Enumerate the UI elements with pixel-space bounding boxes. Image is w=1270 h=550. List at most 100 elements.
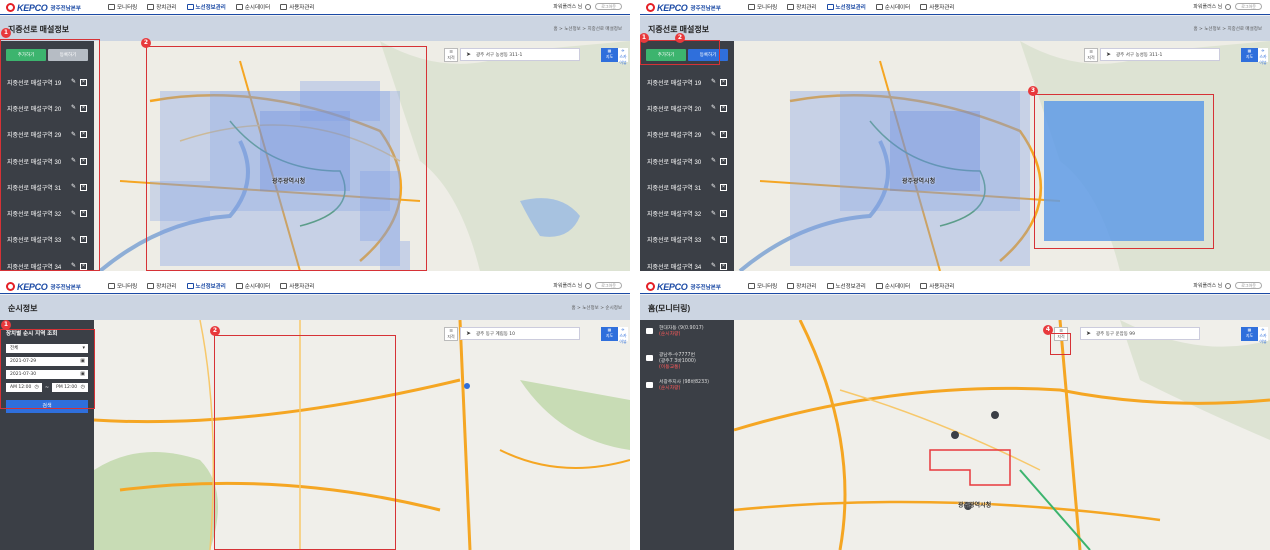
map-icon: ▦ bbox=[1247, 48, 1252, 53]
nav-device[interactable]: 장치관리 bbox=[147, 282, 177, 290]
nav-route[interactable]: 노선정보관리 bbox=[186, 3, 226, 11]
panel-underground-line-1: KEPCO 광주전남본부 모니터링 장치관리 노선정보관리 순시데이터 사용자관… bbox=[0, 0, 630, 271]
page-title: 홈(모니터링) bbox=[648, 304, 691, 313]
gear-icon[interactable] bbox=[1225, 282, 1232, 289]
logout-button[interactable]: 로그아웃 bbox=[1235, 282, 1262, 289]
nav-users[interactable]: 사용자관리 bbox=[280, 3, 315, 11]
gear-icon[interactable] bbox=[1225, 3, 1232, 10]
edit-icon[interactable]: ✎ bbox=[711, 263, 717, 269]
map-type-map-button[interactable]: ▦ 지도 bbox=[1241, 327, 1258, 341]
address-search[interactable]: ➤ 광주 서구 농성동 311-1 bbox=[460, 48, 580, 61]
nav-device[interactable]: 장치관리 bbox=[787, 282, 817, 290]
map-type-map-button[interactable]: ▦ 지도 bbox=[1241, 48, 1258, 62]
nav-patrol-data[interactable]: 순시데이터 bbox=[235, 3, 270, 11]
logo-text: KEPCO bbox=[17, 281, 48, 292]
layer-button[interactable]: ☰ 지적 bbox=[444, 327, 458, 341]
layer-button[interactable]: ☰ 지적 bbox=[1084, 48, 1098, 62]
zone-item[interactable]: 지중선로 매설구역 34 ✎ × bbox=[640, 253, 734, 271]
division-label: 광주전남본부 bbox=[690, 284, 721, 291]
nav-route[interactable]: 노선정보관리 bbox=[826, 3, 866, 11]
nav-route[interactable]: 노선정보관리 bbox=[826, 282, 866, 290]
close-icon[interactable]: × bbox=[720, 183, 727, 191]
nav-route[interactable]: 노선정보관리 bbox=[186, 282, 226, 290]
address-search[interactable]: ➤ 광주 동구 운암동 99 bbox=[1080, 327, 1200, 340]
close-icon[interactable]: × bbox=[720, 131, 727, 139]
map-icon: ▦ bbox=[607, 327, 612, 332]
address-search[interactable]: ➤ 광주 동구 계림동 10 bbox=[460, 327, 580, 340]
nav-patrol-data[interactable]: 순시데이터 bbox=[875, 282, 910, 290]
step-badge: 1 bbox=[1, 320, 11, 330]
map-type-skyview-button[interactable]: ✈ 스카이뷰 bbox=[618, 48, 628, 65]
edit-icon[interactable]: ✎ bbox=[711, 132, 717, 138]
close-icon[interactable]: × bbox=[720, 157, 727, 165]
nav-users[interactable]: 사용자관리 bbox=[280, 282, 315, 290]
vehicle-item[interactable]: 서광주지사 (98바8233) (순시차량) bbox=[640, 380, 734, 407]
zone-item[interactable]: 지중선로 매설구역 19 ✎ × bbox=[640, 69, 734, 95]
location-arrow-icon: ➤ bbox=[466, 330, 472, 337]
logout-button[interactable]: 로그아웃 bbox=[595, 282, 622, 289]
nav-patrol-data[interactable]: 순시데이터 bbox=[875, 3, 910, 11]
edit-icon[interactable]: ✎ bbox=[711, 158, 717, 164]
gear-icon[interactable] bbox=[585, 3, 592, 10]
zone-item[interactable]: 지중선로 매설구역 29 ✎ × bbox=[640, 122, 734, 148]
edit-icon[interactable]: ✎ bbox=[711, 237, 717, 243]
close-icon[interactable]: × bbox=[720, 262, 727, 270]
kepco-logo[interactable]: KEPCO 광주전남본부 bbox=[646, 3, 721, 13]
close-icon[interactable]: × bbox=[720, 210, 727, 218]
kepco-logo-icon bbox=[646, 3, 655, 12]
map-type-map-button[interactable]: ▦ 지도 bbox=[601, 48, 618, 62]
step-badge: 2 bbox=[141, 38, 151, 48]
location-arrow-icon: ➤ bbox=[466, 51, 472, 58]
nav-users[interactable]: 사용자관리 bbox=[920, 3, 955, 11]
highlight-box-new-zone bbox=[1034, 94, 1214, 249]
layer-button[interactable]: ☰ 지적 bbox=[444, 48, 458, 62]
close-icon[interactable]: × bbox=[720, 78, 727, 86]
map-type-skyview-button[interactable]: ✈ 스카이뷰 bbox=[618, 327, 628, 344]
map-type-skyview-button[interactable]: ✈ 스카이뷰 bbox=[1258, 327, 1268, 344]
edit-icon[interactable]: ✎ bbox=[711, 211, 717, 217]
edit-icon[interactable]: ✎ bbox=[711, 184, 717, 190]
device-icon bbox=[787, 283, 795, 289]
kepco-logo[interactable]: KEPCO 광주전남본부 bbox=[646, 282, 721, 292]
nav-monitoring[interactable]: 모니터링 bbox=[108, 3, 137, 11]
kepco-logo-icon bbox=[646, 282, 655, 291]
close-icon[interactable]: × bbox=[720, 104, 727, 112]
user-icon bbox=[920, 4, 928, 10]
vehicle-item[interactable]: 현대자동 (9(0.9017) (순시차량) bbox=[640, 326, 734, 353]
nav-monitoring[interactable]: 모니터링 bbox=[748, 282, 777, 290]
zone-item[interactable]: 지중선로 매설구역 33 ✎ × bbox=[640, 227, 734, 253]
vehicle-item[interactable]: 광남주-수7777번 (광주7 3바1000) (이동교통) bbox=[640, 353, 734, 380]
nav-device[interactable]: 장치관리 bbox=[147, 3, 177, 11]
zone-item[interactable]: 지중선로 매설구역 30 ✎ × bbox=[640, 148, 734, 174]
logout-button[interactable]: 로그아웃 bbox=[595, 3, 622, 10]
address-search[interactable]: ➤ 광주 서구 농성동 311-1 bbox=[1100, 48, 1220, 61]
highlight-box-layer-button bbox=[1050, 333, 1071, 355]
nav-users[interactable]: 사용자관리 bbox=[920, 282, 955, 290]
document-icon bbox=[235, 283, 243, 289]
zone-item[interactable]: 지중선로 매설구역 20 ✎ × bbox=[640, 95, 734, 121]
kepco-logo[interactable]: KEPCO 광주전남본부 bbox=[6, 281, 81, 292]
kepco-logo[interactable]: KEPCO 광주전남본부 bbox=[6, 2, 81, 13]
route-icon bbox=[826, 283, 834, 289]
layers-icon: ☰ bbox=[1089, 49, 1093, 54]
nav-monitoring[interactable]: 모니터링 bbox=[748, 3, 777, 11]
top-nav-bar: KEPCO 광주전남본부 모니터링 장치관리 노선정보관리 순시데이터 사용자관… bbox=[640, 279, 1270, 294]
nav-device[interactable]: 장치관리 bbox=[787, 3, 817, 11]
zone-item[interactable]: 지중선로 매설구역 31 ✎ × bbox=[640, 174, 734, 200]
logout-button[interactable]: 로그아웃 bbox=[1235, 3, 1262, 10]
edit-icon[interactable]: ✎ bbox=[711, 105, 717, 111]
logo-text: KEPCO bbox=[17, 2, 48, 13]
close-icon[interactable]: × bbox=[720, 236, 727, 244]
zone-item[interactable]: 지중선로 매설구역 32 ✎ × bbox=[640, 200, 734, 226]
document-icon bbox=[875, 283, 883, 289]
edit-icon[interactable]: ✎ bbox=[711, 79, 717, 85]
breadcrumb: 홈 > 노선정보 > 지중선로 매설정보 bbox=[1193, 27, 1262, 32]
nav-patrol-data[interactable]: 순시데이터 bbox=[235, 282, 270, 290]
map-view[interactable]: 광주광역시청 bbox=[640, 320, 1270, 550]
map-type-map-button[interactable]: ▦ 지도 bbox=[601, 327, 618, 341]
title-bar: 지중선로 매설정보 홈 > 노선정보 > 지중선로 매설정보 bbox=[0, 16, 630, 41]
map-type-skyview-button[interactable]: ✈ 스카이뷰 bbox=[1258, 48, 1268, 65]
user-icon bbox=[280, 4, 288, 10]
gear-icon[interactable] bbox=[585, 282, 592, 289]
nav-monitoring[interactable]: 모니터링 bbox=[108, 282, 137, 290]
